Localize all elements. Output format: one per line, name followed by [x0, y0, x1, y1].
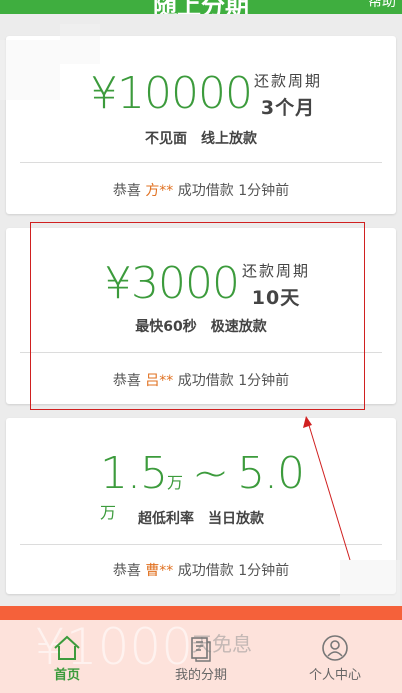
mosaic-patch [60, 24, 100, 64]
tab-personal-center[interactable]: 个人中心 [268, 628, 402, 693]
bottom-tab-bar: 首页 我的分期 个人中心 [0, 628, 402, 693]
home-icon [54, 635, 80, 660]
user-icon [322, 635, 348, 661]
tab-my-installments[interactable]: 我的分期 [134, 628, 268, 693]
tab-label: 个人中心 [308, 668, 361, 683]
tab-label: 首页 [53, 668, 80, 683]
document-icon [191, 637, 211, 662]
mosaic-patch [340, 560, 400, 610]
tab-home[interactable]: 首页 [0, 628, 134, 693]
mosaic-patch [0, 40, 60, 100]
tab-label: 我的分期 [174, 668, 227, 683]
